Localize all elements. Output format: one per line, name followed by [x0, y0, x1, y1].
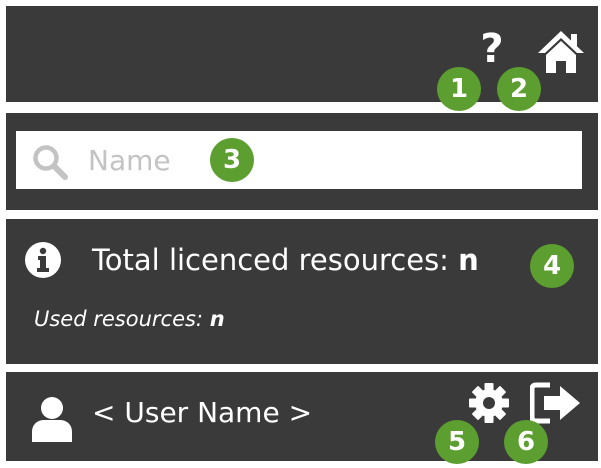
- total-resources-line: Total licenced resources: n: [92, 243, 479, 277]
- used-resources-line: Used resources: n: [34, 307, 225, 331]
- search-box[interactable]: [16, 131, 582, 189]
- info-icon: [25, 242, 61, 278]
- search-input[interactable]: [88, 137, 198, 183]
- callout-5: 5: [435, 420, 479, 464]
- total-resources-value: n: [458, 243, 479, 277]
- callout-1: 1: [437, 67, 481, 111]
- home-icon: [538, 31, 584, 73]
- user-icon: [32, 397, 72, 442]
- search-icon: [33, 145, 68, 180]
- header-panel: ? 1 2: [6, 6, 598, 111]
- settings-button[interactable]: [468, 382, 510, 424]
- question-mark-icon: ?: [480, 26, 504, 72]
- user-name: < User Name >: [92, 396, 313, 429]
- logout-button[interactable]: [530, 382, 582, 424]
- search-panel: 3: [6, 113, 598, 210]
- licence-info-panel: Total licenced resources: n 4 Used resou…: [6, 219, 598, 364]
- used-resources-value: n: [209, 307, 225, 331]
- gear-icon: [469, 383, 509, 423]
- callout-2: 2: [497, 67, 541, 111]
- used-resources-label: Used resources:: [34, 307, 204, 331]
- home-button[interactable]: [536, 29, 586, 75]
- callout-3: 3: [210, 138, 254, 182]
- callout-4: 4: [530, 244, 574, 288]
- callout-6: 6: [504, 420, 548, 464]
- user-panel: < User Name > 5 6: [6, 372, 598, 464]
- help-button[interactable]: ?: [472, 24, 512, 74]
- total-resources-label: Total licenced resources:: [92, 243, 449, 277]
- sign-out-icon: [530, 382, 580, 424]
